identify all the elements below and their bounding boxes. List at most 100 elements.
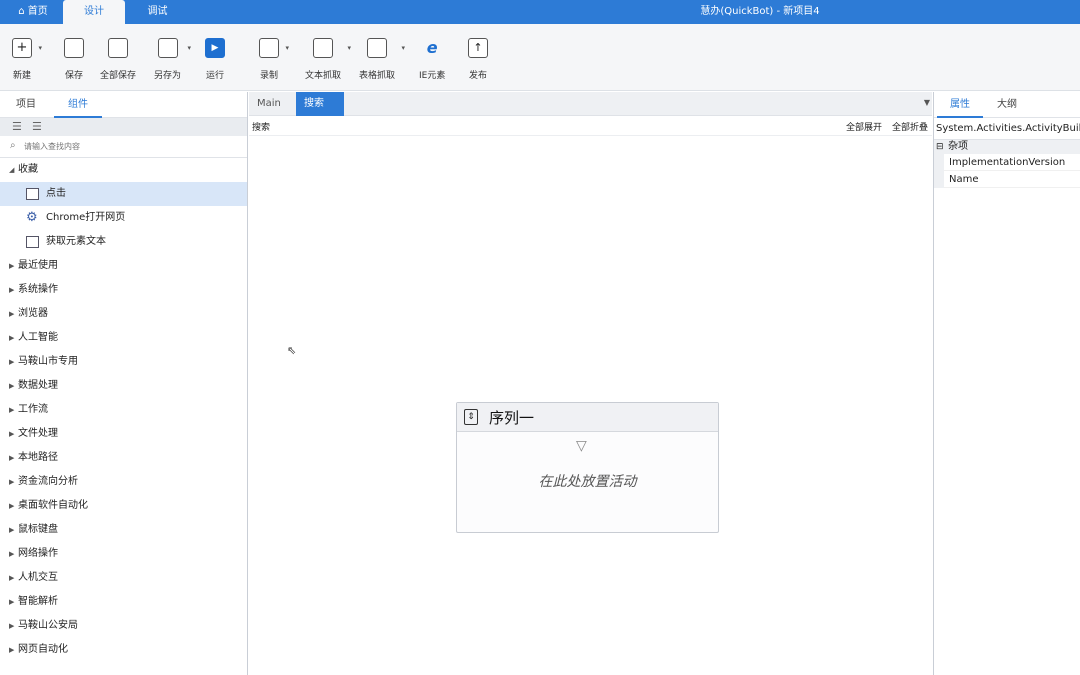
text-scrape-icon — [313, 38, 333, 58]
new-button[interactable]: + ▾ 新建 — [12, 38, 42, 81]
save-all-button[interactable]: 全部保存 — [100, 38, 136, 81]
left-panel-tabs: 项目 组件 — [0, 92, 247, 118]
tab-properties[interactable]: 属性 — [937, 92, 983, 118]
dropdown-arrow-icon[interactable]: ▾ — [348, 44, 352, 52]
tree-group[interactable]: ▶ 本地路径 — [0, 446, 247, 470]
tree-group[interactable]: ▶ 网络操作 — [0, 542, 247, 566]
components-panel: 项目 组件 ☰ ☰ ⌕ ◢收藏 点击 ⚙Chrome打开网页 获取元素文本 ▶最… — [0, 92, 248, 675]
right-panel-tabs: 属性 大纲 — [934, 92, 1080, 118]
collapse-icon[interactable]: ⊟ — [936, 140, 944, 154]
get-text-icon — [26, 236, 39, 248]
collapsed-arrow-icon: ▶ — [9, 502, 15, 510]
breadcrumb[interactable]: 搜索 — [252, 120, 270, 133]
tree-group[interactable]: ▶ 桌面软件自动化 — [0, 494, 247, 518]
publish-button[interactable]: ↑ 发布 — [468, 38, 488, 81]
tree-group[interactable]: ▶ 智能解析 — [0, 590, 247, 614]
component-chrome-open[interactable]: ⚙ Chrome打开网页 — [0, 206, 247, 230]
record-button[interactable]: ▾ 录制 — [259, 38, 289, 81]
save-icon — [64, 38, 84, 58]
collapsed-arrow-icon: ▶ — [9, 310, 15, 318]
collapsed-arrow-icon: ▶ — [9, 646, 15, 654]
collapsed-arrow-icon: ▶ — [9, 286, 15, 294]
property-row[interactable]: ImplementationVersion — [934, 154, 1080, 171]
collapsed-arrow-icon: ▶ — [9, 262, 15, 270]
breadcrumb-bar: 搜索 全部展开 全部折叠 — [249, 116, 932, 136]
collapsed-arrow-icon: ▶ — [9, 334, 15, 342]
sequence-header: ⇕ 序列一 — [457, 403, 718, 432]
component-click[interactable]: 点击 — [0, 182, 247, 206]
dropdown-arrow-icon[interactable]: ▾ — [38, 44, 42, 52]
designer-area: Main 搜索 * × ▼ 搜索 全部展开 全部折叠 ⇖ ⇕ 序列一 ▽ 在此处放… — [249, 92, 932, 675]
component-search: ⌕ — [0, 136, 247, 158]
sequence-activity[interactable]: ⇕ 序列一 ▽ 在此处放置活动 — [456, 402, 719, 533]
collapse-list-icon[interactable]: ☰ — [32, 121, 44, 133]
tab-outline[interactable]: 大纲 — [997, 92, 1017, 118]
publish-icon: ↑ — [468, 38, 488, 58]
expand-all-button[interactable]: 全部展开 — [846, 120, 882, 133]
expanded-arrow-icon: ◢ — [9, 166, 15, 174]
collapsed-arrow-icon: ▶ — [9, 454, 15, 462]
collapsed-arrow-icon: ▶ — [9, 478, 15, 486]
sequence-title: 序列一 — [489, 409, 535, 427]
tab-components[interactable]: 组件 — [54, 92, 102, 118]
collapsed-arrow-icon: ▶ — [9, 574, 15, 582]
sequence-icon: ⇕ — [464, 409, 478, 425]
collapsed-arrow-icon: ▶ — [9, 382, 15, 390]
click-icon — [26, 188, 39, 200]
collapsed-arrow-icon: ▶ — [9, 526, 15, 534]
tabs-dropdown-icon[interactable]: ▼ — [924, 98, 930, 107]
collapse-all-button[interactable]: 全部折叠 — [892, 120, 928, 133]
collapsed-arrow-icon: ▶ — [9, 622, 15, 630]
tree-group[interactable]: ▶ 浏览器 — [0, 302, 247, 326]
record-icon — [259, 38, 279, 58]
document-tabs: Main 搜索 * × ▼ — [249, 92, 932, 133]
tab-main[interactable]: Main — [249, 92, 289, 116]
dropdown-arrow-icon[interactable]: ▾ — [188, 44, 192, 52]
category-list: ▶ 最近使用 ▶ 系统操作 ▶ 浏览器 ▶ 人工智能 ▶ 马鞍山市专用 ▶ 数据处理 ▶ 工作流 ▶ 文件处理… — [0, 254, 247, 662]
tree-group[interactable]: ▶ 鼠标键盘 — [0, 518, 247, 542]
collapsed-arrow-icon: ▶ — [9, 598, 15, 606]
tree-group-favorites[interactable]: ◢ 收藏 — [0, 158, 247, 182]
property-type-name: System.Activities.ActivityBuilder — [934, 118, 1080, 140]
tree-group[interactable]: ▶ 最近使用 — [0, 254, 247, 278]
tree-group[interactable]: ▶ 系统操作 — [0, 278, 247, 302]
search-input[interactable] — [24, 139, 234, 154]
tree-group[interactable]: ▶ 马鞍山公安局 — [0, 614, 247, 638]
dropdown-arrow-icon[interactable]: ▾ — [402, 44, 406, 52]
collapsed-arrow-icon: ▶ — [9, 550, 15, 558]
tab-search[interactable]: 搜索 * × — [296, 92, 344, 133]
property-row[interactable]: Name — [934, 171, 1080, 188]
app-title: 慧办(QuickBot) - 新项目4 — [700, 6, 820, 17]
property-category[interactable]: ⊟ 杂项 — [934, 140, 1080, 154]
component-get-text[interactable]: 获取元素文本 — [0, 230, 247, 254]
table-scrape-icon — [367, 38, 387, 58]
dropdown-arrow-icon[interactable]: ▾ — [285, 44, 289, 52]
tree-group[interactable]: ▶ 工作流 — [0, 398, 247, 422]
toolbar: + ▾ 新建 保存 全部保存 ▾ 另存为 ▶ 运行 ▾ 录制 ▾ 文本抓取 ▾ 表格抓取 eI… — [0, 24, 1080, 91]
search-icon: ⌕ — [10, 140, 16, 151]
tree-group[interactable]: ▶ 文件处理 — [0, 422, 247, 446]
table-scrape-button[interactable]: ▾ 表格抓取 — [359, 38, 405, 81]
tree-group[interactable]: ▶ 数据处理 — [0, 374, 247, 398]
new-icon: + — [12, 38, 32, 58]
collapsed-arrow-icon: ▶ — [9, 406, 15, 414]
mouse-cursor-icon: ⇖ — [287, 344, 297, 357]
save-as-icon — [157, 38, 178, 58]
tab-project[interactable]: 项目 — [16, 92, 36, 118]
expand-list-icon[interactable]: ☰ — [12, 121, 24, 133]
chrome-gear-icon: ⚙ — [26, 210, 39, 225]
properties-panel: 属性 大纲 System.Activities.ActivityBuilder … — [933, 92, 1080, 675]
tree-group[interactable]: ▶ 网页自动化 — [0, 638, 247, 662]
tree-group[interactable]: ▶ 人机交互 — [0, 566, 247, 590]
text-scrape-button[interactable]: ▾ 文本抓取 — [305, 38, 351, 81]
save-button[interactable]: 保存 — [64, 38, 84, 81]
run-button[interactable]: ▶ 运行 — [205, 38, 225, 81]
collapsed-arrow-icon: ▶ — [9, 430, 15, 438]
ie-icon: e — [426, 38, 438, 57]
tree-group[interactable]: ▶ 人工智能 — [0, 326, 247, 350]
ie-element-button[interactable]: e IE元素 — [419, 38, 445, 81]
run-icon: ▶ — [205, 38, 225, 58]
tree-group[interactable]: ▶ 马鞍山市专用 — [0, 350, 247, 374]
save-as-button[interactable]: ▾ 另存为 — [154, 38, 191, 81]
tree-group[interactable]: ▶ 资金流向分析 — [0, 470, 247, 494]
